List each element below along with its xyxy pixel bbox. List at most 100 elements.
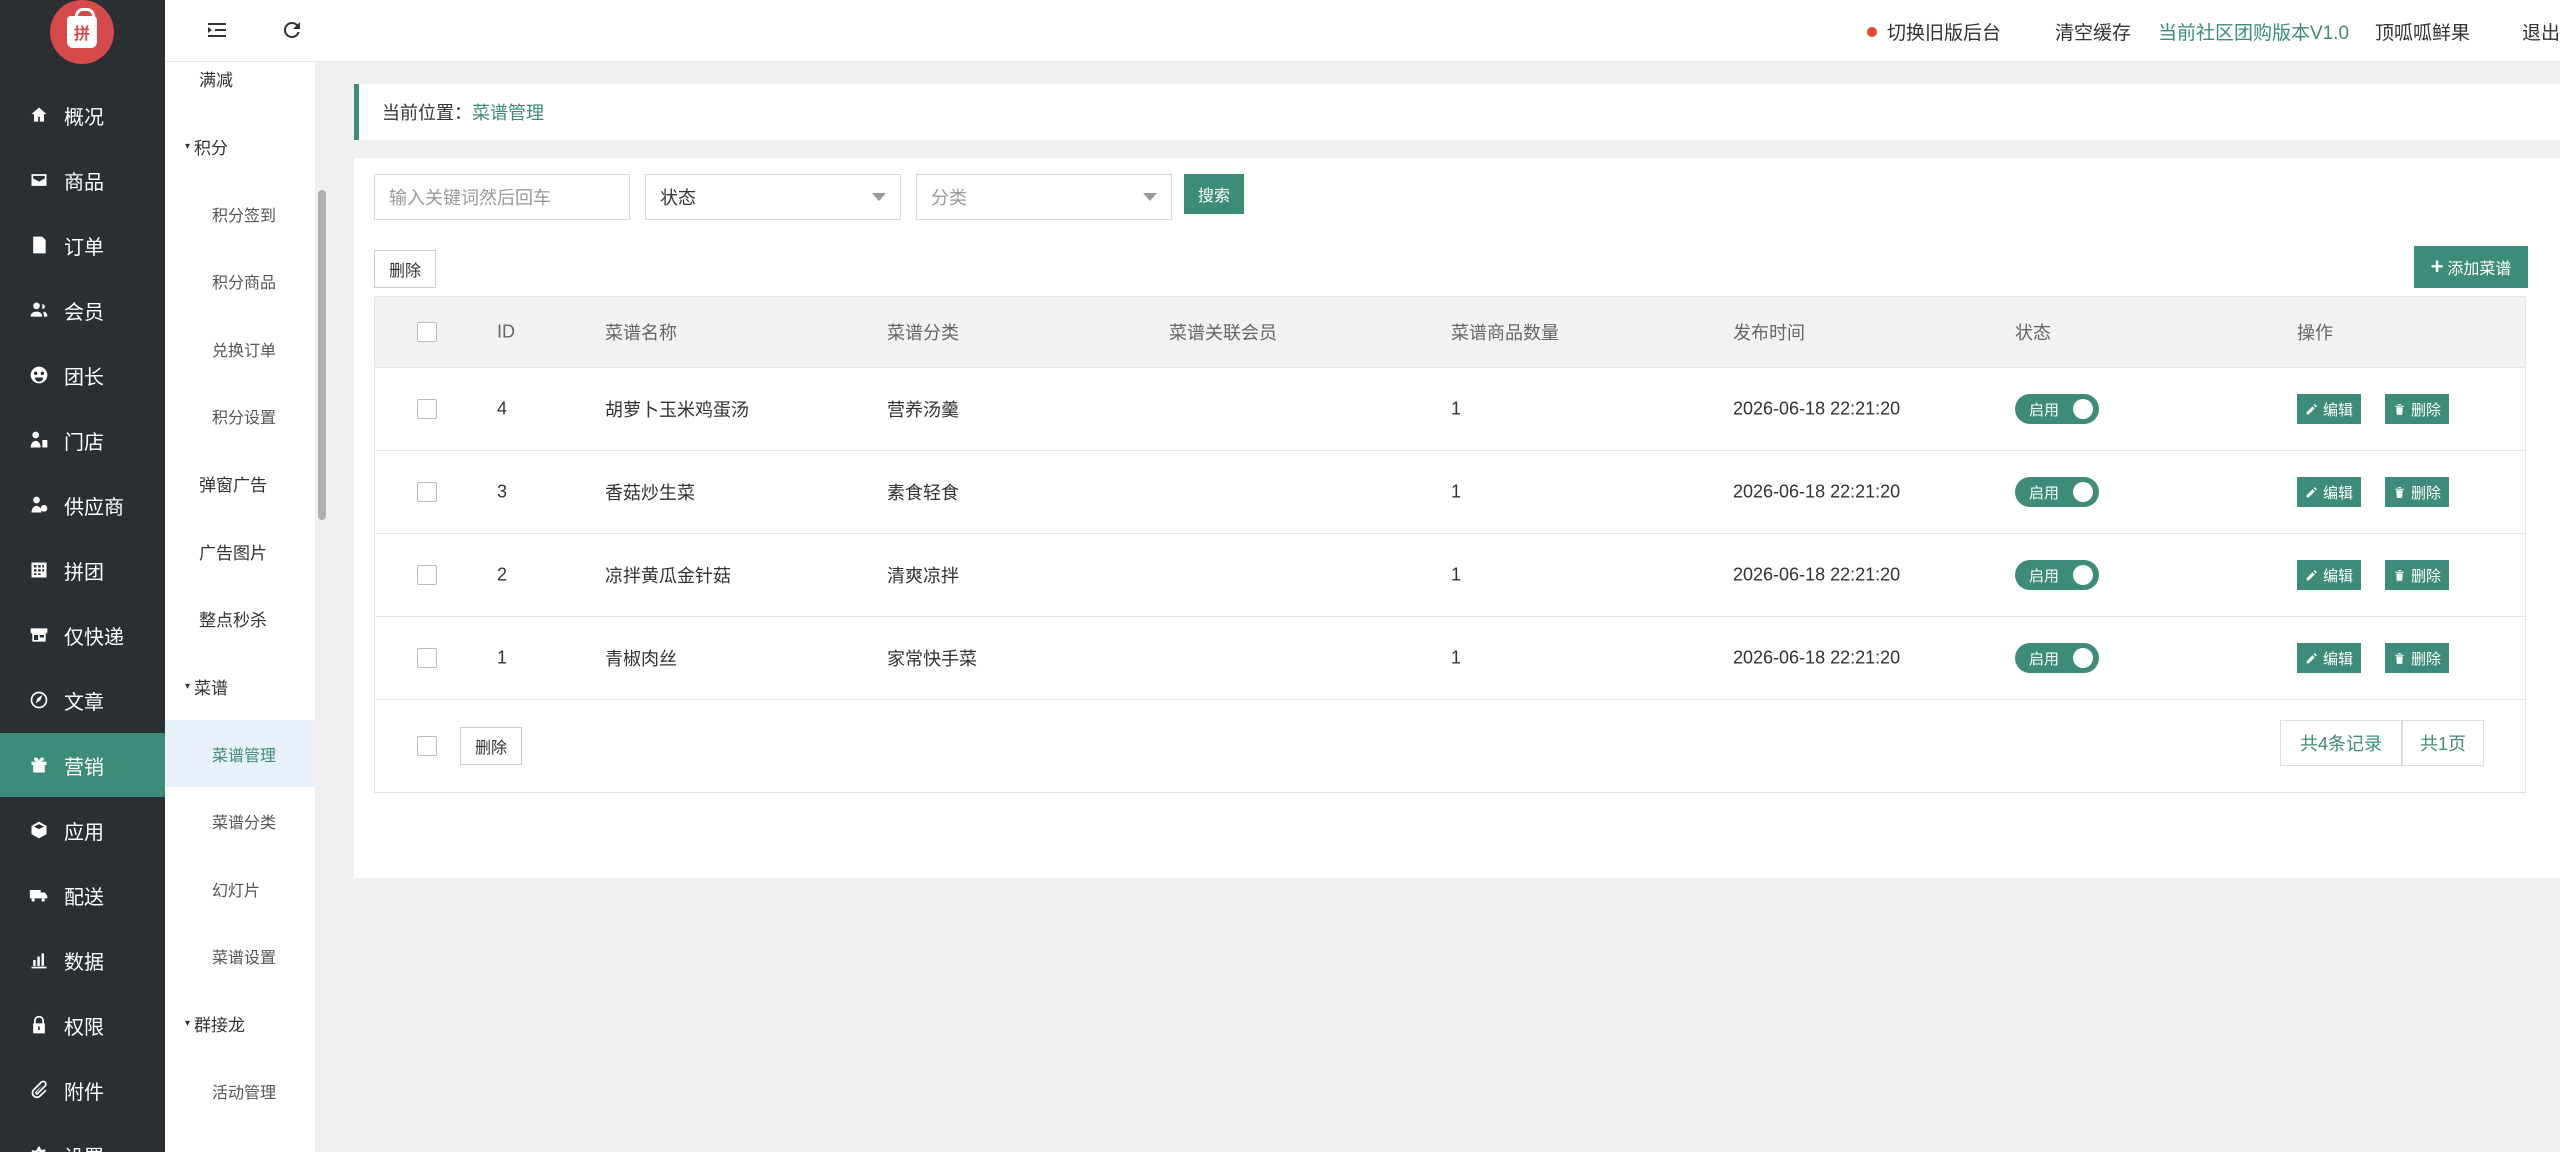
nav-item-supplier[interactable]: 供应商 bbox=[0, 473, 165, 537]
attachment-icon bbox=[28, 1079, 50, 1101]
submenu-item[interactable]: 活动管理 bbox=[165, 1058, 315, 1125]
submenu-group[interactable]: ▾ 积分 bbox=[165, 113, 315, 180]
edit-button[interactable]: 编辑 bbox=[2297, 477, 2362, 507]
col-category: 菜谱分类 bbox=[887, 323, 959, 343]
status-toggle[interactable]: 启用 bbox=[2015, 560, 2099, 590]
col-count: 菜谱商品数量 bbox=[1451, 323, 1559, 343]
edit-button[interactable]: 编辑 bbox=[2297, 643, 2362, 673]
add-recipe-button[interactable]: + 添加菜谱 bbox=[2414, 246, 2528, 288]
submenu-label: 兑换订单 bbox=[212, 342, 277, 360]
submenu-item[interactable]: 整点秒杀 bbox=[165, 585, 315, 652]
submenu-group[interactable]: ▾ 菜谱 bbox=[165, 653, 315, 720]
cell-count: 1 bbox=[1451, 398, 1462, 419]
secondary-menu: 满减 ▾ 积分 积分签到 积分商品 兑换订单 积分设置 弹窗广告 广告图片 整点秒杀 ▾ 菜谱 菜谱管理… bbox=[165, 0, 315, 1152]
nav-item-label: 文章 bbox=[64, 691, 104, 714]
cell-time: 2026-06-18 22:21:20 bbox=[1733, 398, 1901, 419]
caret-down-icon: ▾ bbox=[185, 680, 191, 692]
total-records: 共4条记录 bbox=[2280, 720, 2402, 766]
status-toggle[interactable]: 启用 bbox=[2015, 477, 2099, 507]
delete-button[interactable]: 删除 bbox=[2385, 560, 2450, 590]
status-select[interactable]: 状态 bbox=[645, 174, 901, 220]
app-icon bbox=[28, 819, 50, 841]
nav-item-chart[interactable]: 数据 bbox=[0, 928, 165, 992]
cell-count: 1 bbox=[1451, 647, 1462, 668]
edit-button[interactable]: 编辑 bbox=[2297, 560, 2362, 590]
toggle-knob bbox=[2073, 565, 2093, 585]
row-checkbox[interactable] bbox=[417, 482, 437, 502]
submenu-item[interactable]: 幻灯片 bbox=[165, 855, 315, 922]
nav-item-label: 营销 bbox=[64, 756, 104, 779]
chevron-down-icon bbox=[872, 193, 886, 201]
col-time: 发布时间 bbox=[1733, 323, 1805, 343]
delete-button[interactable]: 删除 bbox=[2385, 643, 2450, 673]
submenu-item[interactable]: 积分设置 bbox=[165, 383, 315, 450]
switch-old-admin-link[interactable]: 切换旧版后台 bbox=[1867, 18, 2001, 45]
delete-button[interactable]: 删除 bbox=[2385, 477, 2450, 507]
submenu-item[interactable]: 积分商品 bbox=[165, 248, 315, 315]
footer-select-all-checkbox[interactable] bbox=[417, 736, 437, 756]
app-logo[interactable]: 拼 bbox=[50, 0, 114, 64]
nav-item-attachment[interactable]: 附件 bbox=[0, 1058, 165, 1122]
recipe-table: ID 菜谱名称 菜谱分类 菜谱关联会员 菜谱商品数量 发布时间 状态 操作 4 胡… bbox=[374, 296, 2526, 793]
menu-toggle-icon[interactable] bbox=[205, 18, 231, 44]
submenu-item[interactable]: 兑换订单 bbox=[165, 315, 315, 382]
submenu-group[interactable]: ▾ 群接龙 bbox=[165, 990, 315, 1057]
gift-icon bbox=[28, 754, 50, 776]
nav-item-app[interactable]: 应用 bbox=[0, 798, 165, 862]
search-button[interactable]: 搜索 bbox=[1184, 174, 1244, 214]
submenu-item[interactable]: 菜谱管理 bbox=[165, 720, 315, 787]
caret-down-icon: ▾ bbox=[185, 1018, 191, 1029]
submenu-scrollbar[interactable] bbox=[318, 190, 326, 520]
submenu-label: 幻灯片 bbox=[212, 882, 261, 900]
submenu-item[interactable]: 弹窗广告 bbox=[165, 450, 315, 517]
logout-link[interactable]: 退出 bbox=[2522, 18, 2560, 45]
submenu-item[interactable]: 菜谱设置 bbox=[165, 923, 315, 990]
version-link[interactable]: 当前社区团购版本V1.0 bbox=[2158, 18, 2349, 45]
clear-cache-link[interactable]: 清空缓存 bbox=[2055, 18, 2131, 45]
status-toggle[interactable]: 启用 bbox=[2015, 643, 2099, 673]
select-all-checkbox[interactable] bbox=[417, 322, 437, 342]
nav-item-group-buy[interactable]: 拼团 bbox=[0, 538, 165, 602]
refresh-icon[interactable] bbox=[280, 18, 306, 44]
row-checkbox[interactable] bbox=[417, 648, 437, 668]
breadcrumb-current[interactable]: 菜谱管理 bbox=[472, 99, 544, 125]
member-icon bbox=[28, 299, 50, 321]
nav-item-store[interactable]: 门店 bbox=[0, 408, 165, 472]
submenu-item[interactable]: 菜谱分类 bbox=[165, 788, 315, 855]
trash-icon bbox=[2395, 652, 2404, 664]
edit-label: 编辑 bbox=[2323, 484, 2354, 502]
nav-item-order[interactable]: 订单 bbox=[0, 213, 165, 277]
submenu-item[interactable]: 广告图片 bbox=[165, 518, 315, 585]
footer-delete-button[interactable]: 删除 bbox=[460, 727, 522, 765]
table-row: 2 凉拌黄瓜金针菇 清爽凉拌 1 2026-06-18 22:21:20 启用 编辑 删除 bbox=[375, 533, 2525, 616]
nav-item-express[interactable]: 仅快递 bbox=[0, 603, 165, 667]
delete-button[interactable]: 删除 bbox=[2385, 394, 2450, 424]
nav-item-article[interactable]: 文章 bbox=[0, 668, 165, 732]
nav-item-truck[interactable]: 配送 bbox=[0, 863, 165, 927]
edit-label: 编辑 bbox=[2323, 401, 2354, 419]
category-select[interactable]: 分类 bbox=[916, 174, 1172, 220]
status-toggle[interactable]: 启用 bbox=[2015, 394, 2099, 424]
chevron-down-icon bbox=[1143, 193, 1157, 201]
nav-item-gift[interactable]: 营销 bbox=[0, 733, 165, 797]
submenu-item[interactable]: 积分签到 bbox=[165, 180, 315, 247]
shop-name-link[interactable]: 顶呱呱鲜果 bbox=[2375, 18, 2470, 45]
edit-button[interactable]: 编辑 bbox=[2297, 394, 2362, 424]
cell-name: 青椒肉丝 bbox=[605, 649, 677, 669]
nav-item-lock[interactable]: 权限 bbox=[0, 993, 165, 1057]
table-row: 1 青椒肉丝 家常快手菜 1 2026-06-18 22:21:20 启用 编辑 删除 bbox=[375, 616, 2525, 699]
cell-count: 1 bbox=[1451, 564, 1462, 585]
cell-time: 2026-06-18 22:21:20 bbox=[1733, 647, 1901, 668]
status-label: 启用 bbox=[2029, 484, 2060, 502]
nav-item-goods[interactable]: 商品 bbox=[0, 148, 165, 212]
row-checkbox[interactable] bbox=[417, 399, 437, 419]
nav-item-home[interactable]: 概况 bbox=[0, 83, 165, 147]
nav-item-settings[interactable]: 设置 bbox=[0, 1123, 165, 1152]
nav-item-member[interactable]: 会员 bbox=[0, 278, 165, 342]
row-checkbox[interactable] bbox=[417, 565, 437, 585]
lock-icon bbox=[28, 1014, 50, 1036]
nav-item-leader[interactable]: 团长 bbox=[0, 343, 165, 407]
col-member: 菜谱关联会员 bbox=[1169, 323, 1277, 343]
bulk-delete-button[interactable]: 删除 bbox=[374, 250, 436, 288]
keyword-search-input[interactable]: 输入关键词然后回车 bbox=[374, 174, 630, 220]
